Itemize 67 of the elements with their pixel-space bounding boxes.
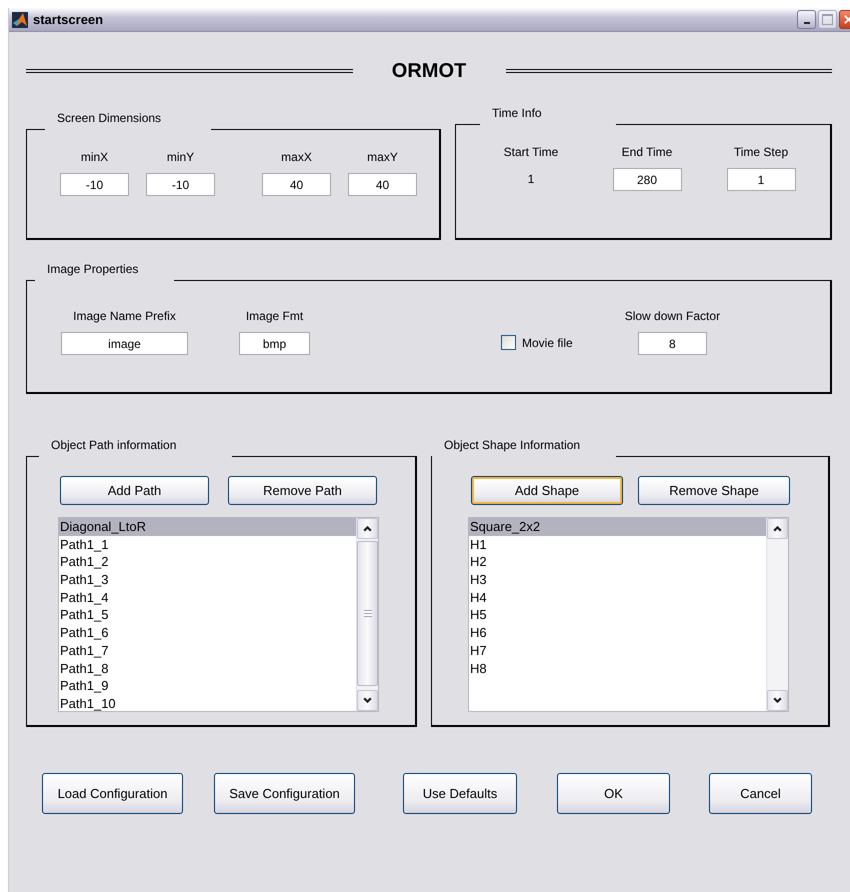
button[interactable]: Load Configuration [42,773,183,814]
list-item[interactable]: H1 [469,536,766,554]
list-item[interactable]: Path1_1 [59,536,356,554]
list-item[interactable]: Path1_2 [59,553,356,572]
scroll-down-icon[interactable] [357,690,378,711]
button[interactable]: Save Configuration [214,773,355,814]
list-item[interactable]: Square_2x2 [469,518,766,536]
panel-title: Image Properties [46,262,140,278]
button[interactable]: Remove Path [228,476,377,505]
list-item[interactable]: Path1_6 [59,624,356,642]
list-item[interactable]: Path1_3 [59,571,356,589]
field-label: maxX [281,150,312,164]
list-item[interactable]: Path1_8 [59,660,356,678]
minimize-button[interactable] [797,10,816,29]
scrollbar[interactable] [766,518,788,711]
scroll-thumb[interactable] [357,541,378,686]
input-field[interactable]: -10 [146,173,215,196]
field-label: maxY [367,150,398,164]
input-field[interactable]: image [61,332,188,355]
input-field[interactable]: 280 [612,168,682,191]
field-label: Start Time [504,145,558,159]
scrollbar[interactable] [356,518,378,711]
app-heading: ORMOT [390,60,468,82]
input-field[interactable]: bmp [239,332,310,355]
list-item[interactable]: H4 [469,588,766,606]
checkbox[interactable] [501,335,516,350]
input-field[interactable]: 40 [348,173,417,196]
field-label: Slow down Factor [624,309,720,323]
list-item[interactable]: H7 [469,642,766,660]
field-label: End Time [622,145,672,159]
input-field[interactable]: 40 [262,173,331,196]
input-field[interactable]: 1 [726,168,796,191]
checkbox-label: Movie file [522,336,573,350]
list-item[interactable]: H3 [469,571,766,589]
panel-title: Screen Dimensions [56,111,162,127]
list-item[interactable]: H5 [469,606,766,624]
field-label: minX [80,150,108,164]
panel-title: Object Path information [50,438,178,454]
list-item[interactable]: H8 [469,660,766,678]
field-label: minY [166,150,194,164]
field-label: Time Step [734,145,788,159]
app-icon [12,12,28,28]
input-field[interactable]: -10 [60,173,129,196]
field-label: Image Fmt [246,309,304,323]
button[interactable]: Use Defaults [403,773,517,814]
panel-title: Time Info [491,106,543,122]
list-item[interactable]: Path1_4 [59,588,356,606]
button[interactable]: Cancel [709,773,812,814]
button[interactable]: OK [557,773,670,814]
list-item[interactable]: Path1_5 [59,606,356,624]
list-item[interactable]: H6 [469,624,766,642]
list-item[interactable]: H2 [469,553,766,572]
scroll-up-icon[interactable] [357,518,378,539]
button[interactable]: Add Shape [471,476,623,505]
scroll-up-icon[interactable] [767,518,788,539]
panel-title: Object Shape Information [443,438,582,454]
value-text: 1 [528,171,534,188]
button[interactable]: Add Path [60,476,209,505]
scroll-down-icon[interactable] [767,690,788,711]
list-item[interactable]: Path1_10 [59,694,356,711]
button[interactable]: Remove Shape [638,476,790,505]
input-field[interactable]: 8 [638,332,707,355]
window-title: startscreen [33,12,104,27]
list-item[interactable]: Path1_9 [59,677,356,695]
list-item[interactable]: Path1_7 [59,642,356,660]
field-label: Image Name Prefix [73,309,176,323]
list-item[interactable]: Diagonal_LtoR [59,518,356,536]
